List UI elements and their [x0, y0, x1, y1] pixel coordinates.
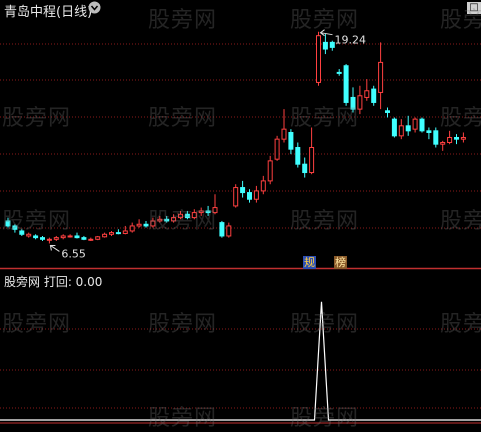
low-price-label: 6.55 [61, 247, 86, 260]
chart-canvas: 19.24 6.55 [0, 29, 481, 424]
candle-body [309, 147, 315, 174]
candle-body [129, 225, 135, 232]
watermark: 股旁网 [440, 106, 481, 131]
candle-body [88, 238, 94, 241]
candle-body [419, 118, 425, 132]
candlestick-series [5, 31, 466, 244]
watermark: 股旁网 [440, 8, 481, 33]
watermark: 股旁网 [2, 312, 72, 337]
candle-body [253, 190, 259, 200]
candle-body [46, 238, 52, 241]
grid-lines [0, 43, 481, 424]
candle-body [460, 136, 466, 140]
watermark: 股旁网 [148, 209, 218, 234]
watermark: 股旁网 [290, 106, 360, 131]
dropdown-circle-icon[interactable] [88, 1, 101, 14]
high-price-label: 19.24 [335, 34, 367, 47]
watermark: 股旁网 [440, 312, 481, 337]
candle-body [391, 118, 397, 137]
candle-body [115, 232, 121, 235]
candle-body [267, 160, 273, 182]
candle-body [412, 118, 418, 130]
candle-body [40, 237, 45, 240]
candle-body [122, 230, 128, 234]
indicator-title: 股旁网 打回: 0.00 [4, 275, 103, 289]
candle-body [316, 35, 321, 83]
signal-line [0, 301, 481, 421]
candle-body [60, 235, 66, 239]
candle-body [240, 187, 246, 194]
candle-body [219, 222, 225, 237]
candle-body [226, 225, 232, 237]
candle-body [288, 131, 294, 150]
candle-body [247, 192, 252, 200]
candle-body [405, 125, 411, 132]
candle-body [343, 65, 349, 103]
candle-body [109, 232, 114, 235]
watermark: 股旁网 [2, 209, 72, 234]
candle-body [260, 180, 266, 192]
watermark: 股旁网 [148, 8, 218, 33]
watermark: 股旁网 [290, 209, 360, 234]
watermark: 股旁网 [440, 209, 481, 234]
chart-title: 青岛中程(日线) [4, 5, 93, 20]
watermark: 股旁网 [290, 8, 360, 33]
candle-body [426, 130, 432, 133]
candle-body [281, 128, 287, 140]
candle-body [398, 125, 404, 137]
event-badge-bang[interactable]: 榜 [334, 256, 347, 269]
candle-body [295, 147, 301, 165]
watermark: 股旁网 [148, 312, 218, 337]
candle-body [322, 41, 328, 50]
watermark: 股旁网 [290, 406, 360, 431]
candle-body [74, 235, 80, 239]
candle-body [233, 187, 239, 207]
candle-body [447, 136, 453, 144]
candle-body [95, 236, 101, 240]
candle-body [136, 223, 142, 227]
candle-body [378, 61, 384, 93]
candle-body [53, 237, 59, 240]
low-arrow [49, 244, 60, 252]
watermark: 股旁网 [148, 106, 218, 131]
candle-body [440, 142, 446, 145]
event-badge-gui[interactable]: 规 [303, 256, 316, 269]
candle-body [274, 138, 280, 160]
watermark: 股旁网 [2, 106, 72, 131]
candle-body [385, 110, 390, 113]
candle-body [81, 237, 87, 240]
candle-body [454, 136, 459, 140]
candle-body [336, 71, 342, 74]
watermark: 股旁网 [148, 406, 218, 431]
watermark: 股旁网 [290, 312, 360, 337]
candle-body [364, 90, 370, 98]
indicator-series [0, 301, 481, 421]
candle-body [302, 163, 308, 174]
candle-body [433, 130, 439, 145]
stock-chart-window: 19.24 6.55 青岛中程(日线) □ 规 榜 股旁网 打回: 0.00 股… [0, 0, 481, 431]
candle-body [371, 88, 377, 103]
candle-body [67, 235, 73, 238]
candle-body [33, 235, 39, 239]
candle-body [102, 233, 108, 238]
